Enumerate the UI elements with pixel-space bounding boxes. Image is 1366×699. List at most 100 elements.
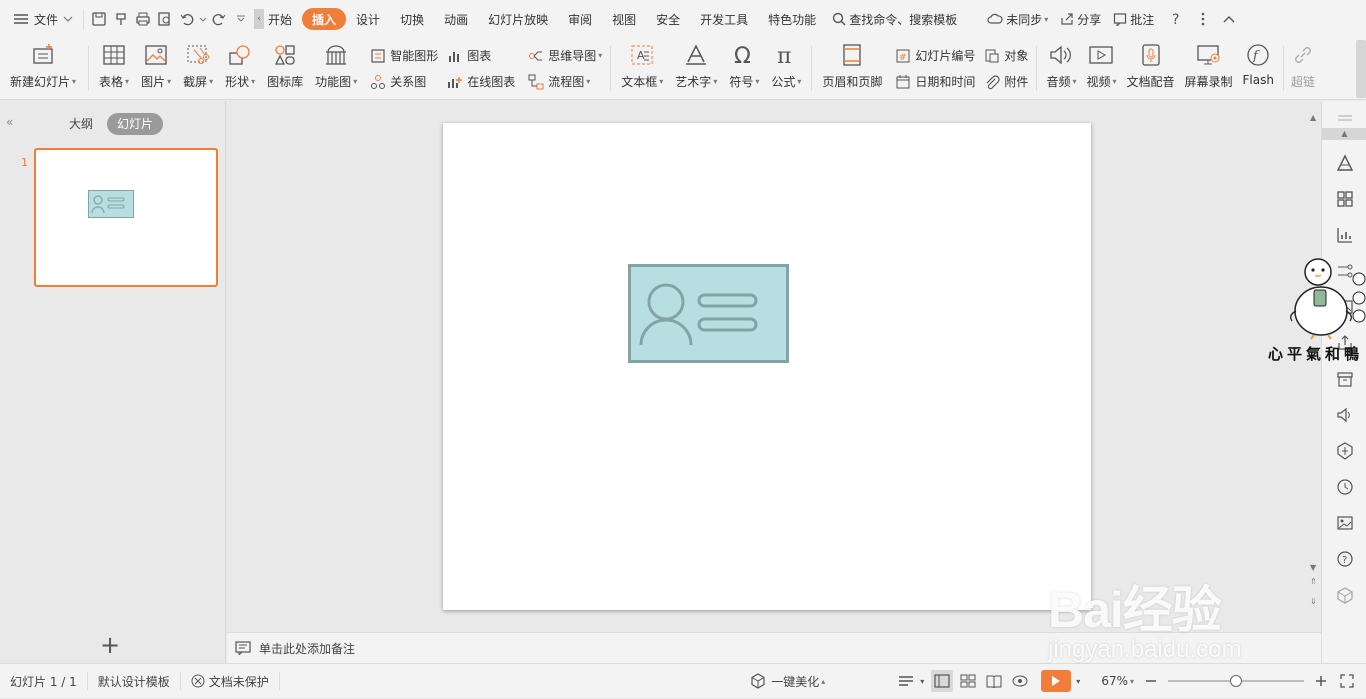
fit-window-icon[interactable] (1336, 670, 1358, 692)
icon-library-button[interactable]: 图标库 (261, 38, 309, 100)
zoom-out-icon[interactable] (1140, 670, 1162, 692)
collapse-ribbon-icon[interactable] (1218, 8, 1240, 30)
scroll-down-icon[interactable]: ▼ (1310, 563, 1316, 572)
menu-lines-icon[interactable] (1334, 107, 1356, 129)
tab-transition[interactable]: 切换 (390, 8, 434, 30)
zoom-level[interactable]: 67% ▾ (1085, 664, 1138, 699)
file-menu[interactable]: 文件 (0, 0, 79, 38)
history-icon[interactable] (1334, 476, 1356, 498)
slide-number-button[interactable]: # 幻灯片编号 (894, 46, 975, 66)
print-icon[interactable] (132, 8, 154, 30)
new-slide-button[interactable]: 新建幻灯片 ▾ (0, 38, 84, 100)
flash-button[interactable]: f Flash (1238, 38, 1279, 100)
help-icon[interactable]: ? (1166, 8, 1188, 30)
formula-button[interactable]: π 公式 ▾ (765, 38, 807, 100)
header-footer-button[interactable]: 页眉和页脚 (816, 38, 888, 100)
picture-button[interactable]: 图片 ▾ (135, 38, 177, 100)
archive-icon[interactable] (1334, 368, 1356, 390)
tab-scroll-left-button[interactable]: ‹ (254, 9, 265, 29)
sync-status[interactable]: 未同步 ▾ (981, 0, 1054, 38)
add-slide-button[interactable]: + (100, 633, 120, 657)
audio-button[interactable]: 音频 ▾ (1041, 38, 1081, 100)
flowchart-button[interactable]: 流程图 ▾ (527, 72, 602, 92)
chevron-down-icon[interactable]: ▾ (917, 670, 927, 692)
design-template-button[interactable]: 默认设计模板 (88, 664, 180, 699)
notes-toggle-icon[interactable] (895, 670, 917, 692)
tab-security-label: 安全 (656, 12, 681, 27)
attachment-button[interactable]: 附件 (983, 72, 1028, 92)
tab-features[interactable]: 特色功能 (758, 8, 826, 30)
online-chart-button[interactable]: 在线图表 (446, 72, 515, 92)
undo-icon[interactable] (176, 8, 198, 30)
shape-button[interactable]: 形状 ▾ (219, 38, 261, 100)
tab-security[interactable]: 安全 (646, 8, 690, 30)
screen-record-button[interactable]: 屏幕录制 (1180, 38, 1238, 100)
zoom-slider-thumb[interactable] (1230, 675, 1242, 687)
image-icon[interactable] (1334, 512, 1356, 534)
layout-grid-icon[interactable] (1334, 188, 1356, 210)
hyperlink-button[interactable]: 超链 (1288, 38, 1318, 100)
one-click-beautify-button[interactable]: 一键美化 ▴ (740, 664, 835, 699)
zoom-in-icon[interactable] (1310, 670, 1332, 692)
scroll-up-icon[interactable]: ▲ (1310, 113, 1316, 122)
normal-view-icon[interactable] (931, 670, 954, 692)
play-options-dropdown-icon[interactable]: ▾ (1071, 670, 1085, 692)
tab-outline[interactable]: 大纲 (69, 113, 93, 135)
notes-pane[interactable]: 单击此处添加备注 (227, 632, 1321, 663)
mindmap-button[interactable]: 思维导图 ▾ (527, 46, 602, 66)
tab-developer[interactable]: 开发工具 (690, 8, 758, 30)
vertical-scrollbar[interactable]: ▲ ▼ ⇑ ⇓ (1307, 101, 1321, 632)
box-icon[interactable] (1334, 584, 1356, 606)
document-protection-button[interactable]: 文档未保护 (181, 664, 279, 699)
chart-panel-icon[interactable] (1334, 224, 1356, 246)
function-chart-button[interactable]: 功能图 ▾ (309, 38, 363, 100)
screenshot-button[interactable]: 截屏 ▾ (177, 38, 219, 100)
symbol-button[interactable]: Ω 符号 ▾ (723, 38, 765, 100)
prev-page-icon[interactable]: ⇑ (1310, 578, 1317, 586)
ribbon-scrollbar[interactable] (1356, 40, 1366, 98)
more-icon[interactable] (1192, 8, 1214, 30)
wordart-button[interactable]: 艺术字 ▾ (669, 38, 723, 100)
save-icon[interactable] (88, 8, 110, 30)
slide-thumbnail[interactable] (34, 148, 218, 287)
presenter-tools-icon[interactable] (1009, 670, 1031, 692)
reading-view-icon[interactable] (983, 670, 1005, 692)
next-page-icon[interactable]: ⇓ (1310, 598, 1317, 606)
video-button[interactable]: 视频 ▾ (1081, 38, 1121, 100)
command-search[interactable]: 查找命令、搜索模板 (826, 0, 963, 38)
chart-button[interactable]: 图表 (446, 46, 515, 66)
shape-style-icon[interactable] (1334, 152, 1356, 174)
zoom-slider[interactable] (1168, 674, 1304, 688)
tab-view[interactable]: 视图 (602, 8, 646, 30)
slide-canvas[interactable] (443, 123, 1091, 610)
relation-chart-button[interactable]: 关系图 (369, 72, 438, 92)
object-button[interactable]: 对象 (983, 46, 1028, 66)
redo-icon[interactable] (208, 8, 230, 30)
print-preview-icon[interactable] (154, 8, 176, 30)
tab-home[interactable]: 开始 (266, 8, 302, 30)
comment-button[interactable]: 批注 (1107, 0, 1160, 38)
smart-shape-button[interactable]: 智能图形 (369, 46, 438, 66)
tab-insert[interactable]: 插入 (302, 8, 347, 30)
chevron-down-icon: ▾ (209, 77, 214, 86)
help-icon[interactable]: ? (1334, 548, 1356, 570)
format-painter-icon[interactable] (110, 8, 132, 30)
datetime-button[interactable]: 日期和时间 (894, 72, 975, 92)
tab-animation[interactable]: 动画 (434, 8, 478, 30)
tab-design[interactable]: 设计 (346, 8, 390, 30)
slide-sorter-icon[interactable] (957, 670, 979, 692)
play-slideshow-button[interactable] (1041, 670, 1072, 692)
contact-card-icon[interactable] (628, 264, 789, 363)
doc-voice-button[interactable]: 文档配音 (1122, 38, 1180, 100)
customize-dropdown-icon[interactable] (230, 8, 252, 30)
shield-icon[interactable] (1334, 440, 1356, 462)
share-button[interactable]: 分享 (1054, 0, 1107, 38)
undo-dropdown-icon[interactable] (198, 8, 208, 30)
tab-slides[interactable]: 幻灯片 (107, 113, 164, 135)
sidebar-collapse-strip[interactable]: ▲ (1322, 128, 1366, 140)
textbox-button[interactable]: A 文本框 ▾ (615, 38, 669, 100)
speaker-icon[interactable] (1334, 404, 1356, 426)
tab-review[interactable]: 审阅 (558, 8, 602, 30)
table-button[interactable]: 表格 ▾ (93, 38, 135, 100)
tab-slideshow[interactable]: 幻灯片放映 (478, 8, 558, 30)
